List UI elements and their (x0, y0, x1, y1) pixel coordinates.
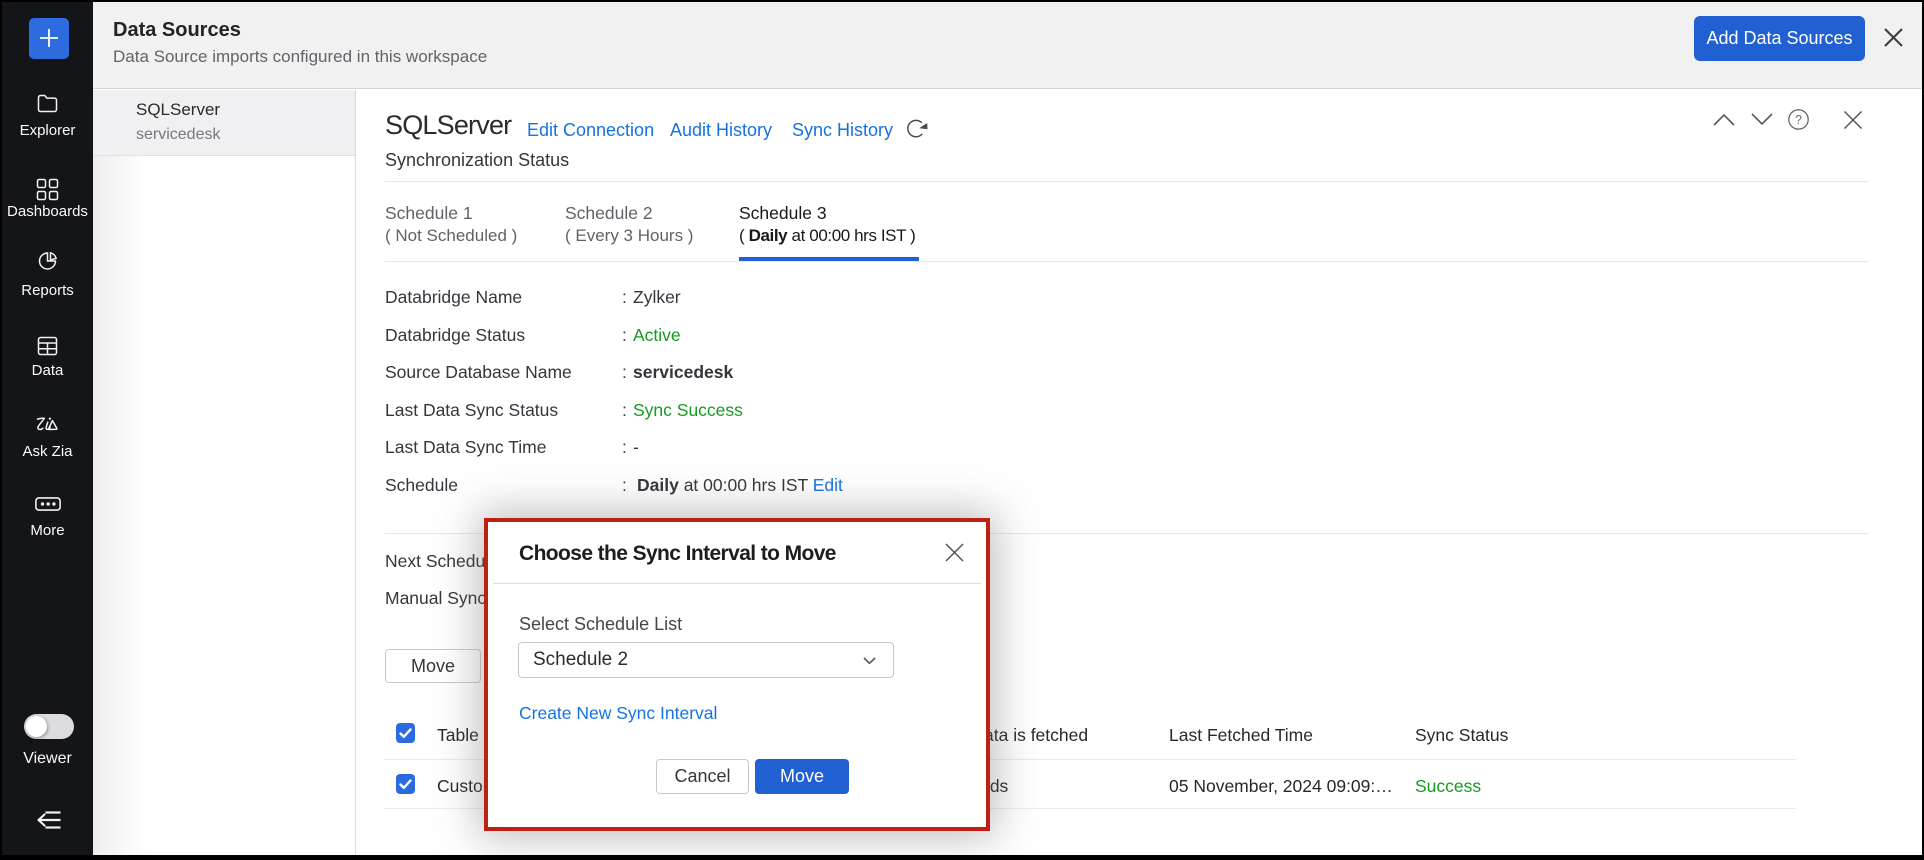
svg-text:?: ? (1795, 113, 1802, 127)
